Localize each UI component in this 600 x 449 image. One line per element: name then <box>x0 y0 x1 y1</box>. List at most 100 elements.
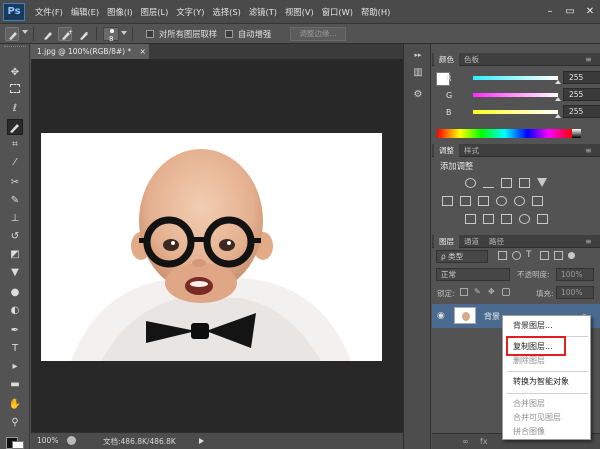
new-selection-icon[interactable] <box>40 27 54 41</box>
hue-saturation-icon[interactable] <box>442 196 453 206</box>
strip-collapse-icon[interactable]: ▸▸ <box>410 48 426 62</box>
filter-adjustment-icon[interactable] <box>512 251 521 260</box>
vibrance-icon[interactable] <box>537 178 547 187</box>
red-slider-handle-icon[interactable] <box>555 80 561 84</box>
menu-type[interactable]: 文字(Y) <box>176 0 212 24</box>
tab-paths[interactable]: 路径 <box>484 235 509 248</box>
sample-all-layers-checkbox[interactable] <box>146 30 154 38</box>
preset-dropdown-icon[interactable] <box>22 30 28 34</box>
green-value[interactable]: 255 <box>563 88 600 101</box>
rectangle-tool-icon[interactable]: ▬ <box>7 377 23 393</box>
panel-grip[interactable] <box>4 46 26 49</box>
threshold-icon[interactable] <box>501 214 512 224</box>
color-lookup-icon[interactable] <box>532 196 543 206</box>
background-color-swatch[interactable] <box>12 441 24 449</box>
refine-edge-button[interactable]: 调整边缘... <box>290 27 346 41</box>
type-tool-icon[interactable]: T <box>7 341 23 357</box>
zoom-tool-icon[interactable]: ⚲ <box>7 415 23 431</box>
status-menu-arrow-icon[interactable] <box>199 438 204 444</box>
auto-enhance-checkbox[interactable] <box>225 30 233 38</box>
menu-layer[interactable]: 图层(L) <box>141 0 177 24</box>
menu-file[interactable]: 文件(F) <box>35 0 71 24</box>
marquee-tool-icon[interactable] <box>7 83 23 99</box>
posterize-icon[interactable] <box>483 214 494 224</box>
blur-tool-icon[interactable]: ● <box>7 285 23 301</box>
lock-all-icon[interactable] <box>502 288 510 296</box>
subtract-from-selection-icon[interactable]: - <box>76 27 90 41</box>
fill-field[interactable]: 100% <box>556 286 594 299</box>
curves-icon[interactable] <box>501 178 512 188</box>
tab-swatches[interactable]: 色板 <box>459 53 484 66</box>
tab-channels[interactable]: 通道 <box>459 235 484 248</box>
menu-edit[interactable]: 编辑(E) <box>71 0 107 24</box>
add-to-selection-icon[interactable]: + <box>58 27 73 41</box>
quick-selection-preset-icon[interactable] <box>5 27 19 41</box>
minimize-button[interactable]: – <box>540 3 560 21</box>
brush-size-picker[interactable]: 8 <box>103 27 119 43</box>
clone-stamp-icon[interactable]: ⊥ <box>7 211 23 227</box>
blend-mode-select[interactable]: 正常 <box>436 268 510 281</box>
history-brush-icon[interactable]: ↺ <box>7 229 23 245</box>
gradient-map-icon[interactable] <box>537 214 548 224</box>
path-selection-icon[interactable]: ▸ <box>7 359 23 375</box>
filter-pixel-icon[interactable] <box>498 251 507 260</box>
status-info-icon[interactable] <box>67 436 76 445</box>
blue-slider[interactable] <box>473 110 558 114</box>
tab-adjustments[interactable]: 调整 <box>434 144 459 157</box>
crop-tool-icon[interactable]: ⌗ <box>7 137 23 153</box>
panel-menu-icon[interactable]: ≡ <box>585 146 592 155</box>
link-layers-icon[interactable]: ∞ <box>462 437 469 446</box>
panel-menu-icon[interactable]: ≡ <box>585 237 592 246</box>
color-balance-icon[interactable] <box>460 196 471 206</box>
green-slider[interactable] <box>473 93 558 97</box>
eraser-icon[interactable]: ◩ <box>7 247 23 263</box>
lasso-tool-icon[interactable]: ℓ <box>7 101 23 117</box>
menu-item-convert-smart-object[interactable]: 转换为智能对象 <box>503 375 592 389</box>
healing-brush-icon[interactable]: ✂ <box>7 175 23 191</box>
channel-mixer-icon[interactable] <box>514 196 525 206</box>
filter-type-icon[interactable]: T <box>526 251 535 260</box>
eyedropper-tool-icon[interactable]: ⁄ <box>7 155 23 171</box>
panel-menu-icon[interactable]: ≡ <box>585 55 592 64</box>
layer-style-icon[interactable]: fx <box>480 437 488 446</box>
tab-color[interactable]: 颜色 <box>434 53 459 66</box>
dodge-tool-icon[interactable]: ◐ <box>7 303 23 319</box>
baby-photo[interactable] <box>41 133 382 361</box>
tab-layers[interactable]: 图层 <box>434 235 459 248</box>
menu-window[interactable]: 窗口(W) <box>322 0 361 24</box>
blue-slider-handle-icon[interactable] <box>555 114 561 118</box>
document-tab[interactable]: 1.jpg @ 100%(RGB/8#) * × <box>31 44 149 59</box>
restore-button[interactable]: ▭ <box>560 3 580 21</box>
opacity-field[interactable]: 100% <box>556 268 594 281</box>
close-tab-icon[interactable]: × <box>140 47 146 56</box>
red-value[interactable]: 255 <box>563 71 600 84</box>
lock-position-icon[interactable]: ✥ <box>488 288 496 296</box>
grayscale-ramp[interactable] <box>572 129 581 138</box>
close-window-button[interactable]: ✕ <box>580 3 600 21</box>
zoom-level[interactable]: 100% <box>37 436 58 445</box>
menu-image[interactable]: 图像(I) <box>107 0 141 24</box>
menu-filter[interactable]: 滤镜(T) <box>249 0 285 24</box>
brush-dropdown-icon[interactable] <box>121 31 127 35</box>
tab-styles[interactable]: 样式 <box>459 144 484 157</box>
menu-help[interactable]: 帮助(H) <box>361 0 398 24</box>
brightness-contrast-icon[interactable] <box>465 178 476 188</box>
menu-item-background-layer[interactable]: 背景图层... <box>503 319 592 333</box>
menu-view[interactable]: 视图(V) <box>285 0 322 24</box>
invert-icon[interactable] <box>465 214 476 224</box>
menu-select[interactable]: 选择(S) <box>213 0 249 24</box>
filter-toggle-icon[interactable] <box>568 252 575 259</box>
paint-bucket-icon[interactable]: ▼ <box>7 265 23 281</box>
quick-selection-tool-icon[interactable] <box>7 119 23 135</box>
blue-value[interactable]: 255 <box>563 105 600 118</box>
properties-panel-icon[interactable]: ⚙ <box>410 88 426 102</box>
color-spectrum-bar[interactable] <box>437 129 572 138</box>
lock-transparency-icon[interactable] <box>460 288 468 296</box>
layer-filter-select[interactable]: ρ 类型 <box>436 250 488 263</box>
hand-tool-icon[interactable]: ✋ <box>7 397 23 413</box>
selective-color-icon[interactable] <box>519 214 530 224</box>
pen-tool-icon[interactable]: ✒ <box>7 323 23 339</box>
exposure-icon[interactable] <box>519 178 530 188</box>
filter-shape-icon[interactable] <box>540 251 549 260</box>
move-tool-icon[interactable]: ✥ <box>7 65 23 81</box>
